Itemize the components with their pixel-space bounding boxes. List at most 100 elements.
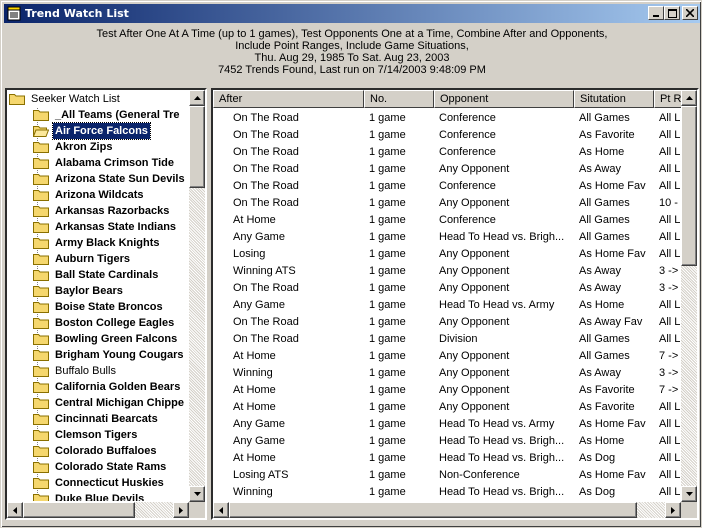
table-cell: 1 game	[369, 231, 406, 243]
tree-item[interactable]: Cincinnati Bearcats	[33, 411, 160, 427]
table-row[interactable]: On The Road 1 game Conference As Favorite Al…	[213, 127, 683, 144]
minimize-button[interactable]	[648, 6, 664, 20]
list-horizontal-scrollbar[interactable]	[213, 502, 681, 518]
tree-item[interactable]: Arkansas State Indians	[33, 219, 178, 235]
title-bar[interactable]: Trend Watch List	[4, 4, 700, 23]
list-hscroll-thumb[interactable]	[229, 502, 637, 518]
tree-scroll-right-button[interactable]	[173, 502, 189, 518]
trend-watch-window: Trend Watch List Test After One At A Tim…	[0, 0, 702, 528]
column-header[interactable]: Pt R	[654, 90, 683, 108]
tree-horizontal-scrollbar[interactable]	[7, 502, 189, 518]
table-cell: 1 game	[369, 435, 406, 447]
tree-scroll-down-button[interactable]	[189, 486, 205, 502]
table-row[interactable]: At Home 1 game Conference All Games All L	[213, 212, 683, 229]
tree-root[interactable]: Seeker Watch List	[9, 91, 122, 107]
table-cell: As Away	[579, 367, 621, 379]
column-header[interactable]: Situtation	[574, 90, 654, 108]
table-row[interactable]: On The Road 1 game Conference All Games All …	[213, 110, 683, 127]
tree-item[interactable]: Colorado Buffaloes	[33, 443, 158, 459]
tree-item[interactable]: Air Force Falcons	[33, 122, 151, 141]
table-cell: All L	[659, 316, 681, 328]
table-cell: 1 game	[369, 180, 406, 192]
tree-item[interactable]: Ball State Cardinals	[33, 267, 160, 283]
table-row[interactable]: Any Game 1 game Head To Head vs. Army As Ho…	[213, 297, 683, 314]
list-scroll-right-button[interactable]	[665, 502, 681, 518]
tree-item[interactable]: Clemson Tigers	[33, 427, 139, 443]
tree-item[interactable]: Arizona State Sun Devils	[33, 171, 187, 187]
folder-icon	[33, 253, 49, 265]
maximize-button[interactable]	[664, 6, 680, 20]
table-row[interactable]: Any Game 1 game Head To Head vs. Brigh... A…	[213, 229, 683, 246]
list-scroll-thumb[interactable]	[681, 106, 697, 266]
table-cell: 1 game	[369, 146, 406, 158]
tree-item[interactable]: Arizona Wildcats	[33, 187, 146, 203]
tree-item[interactable]: Duke Blue Devils	[33, 491, 146, 501]
table-row[interactable]: Winning 1 game Head To Head vs. Brigh... As…	[213, 484, 683, 501]
table-row[interactable]: At Home 1 game Any Opponent As Favorite All …	[213, 399, 683, 416]
tree-scroll-up-button[interactable]	[189, 90, 205, 106]
tree-root-label: Seeker Watch List	[31, 93, 120, 106]
column-header[interactable]: No.	[364, 90, 434, 108]
table-cell: As Away Fav	[579, 316, 643, 328]
list-scroll-up-button[interactable]	[681, 90, 697, 106]
tree-item[interactable]: Auburn Tigers	[33, 251, 132, 267]
table-row[interactable]: On The Road 1 game Any Opponent As Away All …	[213, 161, 683, 178]
tree-scroll-thumb[interactable]	[189, 106, 205, 188]
list-scroll-down-button[interactable]	[681, 486, 697, 502]
tree-item[interactable]: Boston College Eagles	[33, 315, 176, 331]
table-cell: 1 game	[369, 469, 406, 481]
table-cell: At Home	[233, 214, 276, 226]
table-row[interactable]: Winning 1 game Any Opponent As Away 3 ->	[213, 365, 683, 382]
tree-item[interactable]: Central Michigan Chippe	[33, 395, 186, 411]
table-cell: On The Road	[233, 129, 299, 141]
table-row[interactable]: At Home 1 game Head To Head vs. Brigh... As…	[213, 450, 683, 467]
table-cell: All Games	[579, 231, 630, 243]
tree-item[interactable]: Akron Zips	[33, 139, 114, 155]
tree-item-label: Colorado State Rams	[55, 461, 167, 474]
team-tree[interactable]: Seeker Watch List _All Teams (General Tr…	[5, 88, 207, 520]
tree-item[interactable]: Arkansas Razorbacks	[33, 203, 171, 219]
table-row[interactable]: On The Road 1 game Any Opponent As Away 3 ->	[213, 280, 683, 297]
table-row[interactable]: On The Road 1 game Conference As Home Fav Al…	[213, 178, 683, 195]
tree-item-label: Arkansas State Indians	[55, 221, 177, 234]
table-cell: At Home	[233, 384, 276, 396]
column-header[interactable]: Opponent	[434, 90, 574, 108]
tree-item[interactable]: Colorado State Rams	[33, 459, 168, 475]
table-cell: 7 ->	[659, 384, 679, 396]
table-cell: Non-Conference	[439, 469, 520, 481]
tree-item[interactable]: Army Black Knights	[33, 235, 162, 251]
tree-hscroll-thumb[interactable]	[23, 502, 135, 518]
table-row[interactable]: Winning ATS 1 game Any Opponent As Away 3 ->	[213, 263, 683, 280]
tree-item[interactable]: Connecticut Huskies	[33, 475, 166, 491]
tree-item[interactable]: Alabama Crimson Tide	[33, 155, 176, 171]
tree-item[interactable]: Baylor Bears	[33, 283, 125, 299]
close-icon	[686, 9, 694, 17]
table-row[interactable]: On The Road 1 game Any Opponent As Away Fav…	[213, 314, 683, 331]
tree-item[interactable]: Buffalo Bulls	[33, 363, 118, 379]
tree-item[interactable]: Brigham Young Cougars	[33, 347, 186, 363]
table-row[interactable]: Losing 1 game Any Opponent As Home Fav All L	[213, 246, 683, 263]
table-row[interactable]: Losing ATS 1 game Non-Conference As Home Fa…	[213, 467, 683, 484]
list-scroll-left-button[interactable]	[213, 502, 229, 518]
tree-item[interactable]: _All Teams (General Tre	[33, 107, 182, 123]
tree-item[interactable]: Boise State Broncos	[33, 299, 165, 315]
table-row[interactable]: At Home 1 game Any Opponent As Favorite 7 ->	[213, 382, 683, 399]
arrow-right-icon	[671, 506, 675, 514]
tree-vertical-scrollbar[interactable]	[189, 90, 205, 502]
tree-item[interactable]: Bowling Green Falcons	[33, 331, 179, 347]
tree-scroll-left-button[interactable]	[7, 502, 23, 518]
table-cell: As Away	[579, 265, 621, 277]
table-row[interactable]: At Home 1 game Any Opponent All Games 7 ->	[213, 348, 683, 365]
column-header[interactable]: After	[213, 90, 364, 108]
table-cell: 1 game	[369, 282, 406, 294]
trend-list[interactable]: After No. Opponent Situtation Pt R On The Ro…	[211, 88, 699, 520]
close-button[interactable]	[682, 6, 698, 20]
table-row[interactable]: On The Road 1 game Any Opponent All Games 10…	[213, 195, 683, 212]
table-row[interactable]: On The Road 1 game Division All Games All L	[213, 331, 683, 348]
tree-item[interactable]: California Golden Bears	[33, 379, 182, 395]
table-cell: 1 game	[369, 112, 406, 124]
table-row[interactable]: Any Game 1 game Head To Head vs. Brigh... A…	[213, 433, 683, 450]
table-row[interactable]: Any Game 1 game Head To Head vs. Army As Ho…	[213, 416, 683, 433]
table-row[interactable]: On The Road 1 game Conference As Home All L	[213, 144, 683, 161]
list-vertical-scrollbar[interactable]	[681, 90, 697, 502]
